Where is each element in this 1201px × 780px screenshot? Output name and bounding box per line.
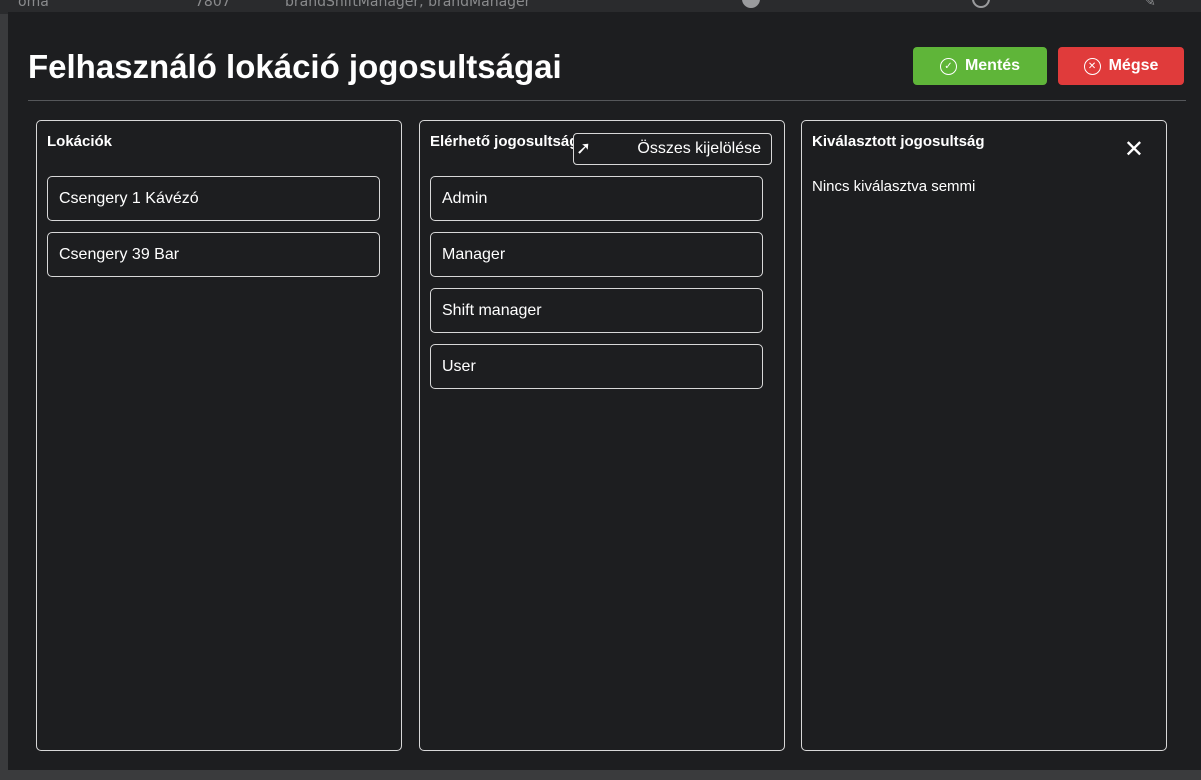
background-toggle-icon [742, 0, 760, 8]
header-divider [28, 100, 1186, 101]
x-circle-icon: ✕ [1083, 57, 1101, 75]
permission-item[interactable]: Manager [430, 232, 763, 277]
permission-item[interactable]: User [430, 344, 763, 389]
modal-header: Felhasználó lokáció jogosultságai ✓ Ment… [28, 42, 1191, 92]
page-title: Felhasználó lokáció jogosultságai [28, 48, 562, 85]
location-item[interactable]: Csengery 1 Kávézó [47, 176, 380, 221]
close-icon[interactable]: ✕ [1124, 138, 1144, 162]
locations-panel: Lokációk Csengery 1 Kávézó Csengery 39 B… [36, 120, 402, 751]
background-radio-icon [972, 0, 990, 8]
location-item-label: Csengery 39 Bar [59, 245, 180, 263]
background-cell-text: oma [18, 0, 49, 10]
empty-selection-text: Nincs kiválasztva semmi [812, 178, 976, 195]
location-item-label: Csengery 1 Kávézó [59, 189, 199, 207]
available-permissions-panel: Elérhető jogosultságok ➚ Összes kijelölé… [419, 120, 785, 751]
check-circle-icon: ✓ [939, 57, 957, 75]
permission-item-label: Shift manager [442, 301, 542, 319]
double-arrow-icon: ➚ [576, 138, 592, 158]
cancel-button[interactable]: ✕ Mégse [1058, 47, 1184, 85]
background-cell-text: 7807 [195, 0, 231, 10]
select-all-label: Összes kijelölése [637, 140, 761, 157]
background-roles-text: brandShiftManager, brandManager [285, 0, 531, 10]
permission-item[interactable]: Admin [430, 176, 763, 221]
select-all-button[interactable]: ➚ Összes kijelölése [573, 133, 772, 165]
locations-title: Lokációk [47, 133, 113, 150]
permission-item-label: User [442, 357, 476, 375]
selected-permission-panel: Kiválasztott jogosultság ✕ Nincs kiválas… [801, 120, 1167, 751]
background-edit-icon: ✎ [1143, 0, 1156, 10]
available-permissions-title: Elérhető jogosultságok [430, 133, 596, 150]
permission-item-label: Admin [442, 189, 488, 207]
permissions-modal: Felhasználó lokáció jogosultságai ✓ Ment… [8, 12, 1201, 770]
cancel-button-label: Mégse [1108, 57, 1159, 74]
selected-permission-title: Kiválasztott jogosultság [812, 133, 985, 150]
save-button-label: Mentés [964, 57, 1021, 74]
save-button[interactable]: ✓ Mentés [913, 47, 1047, 85]
permission-item[interactable]: Shift manager [430, 288, 763, 333]
location-item[interactable]: Csengery 39 Bar [47, 232, 380, 277]
permission-item-label: Manager [442, 245, 506, 263]
